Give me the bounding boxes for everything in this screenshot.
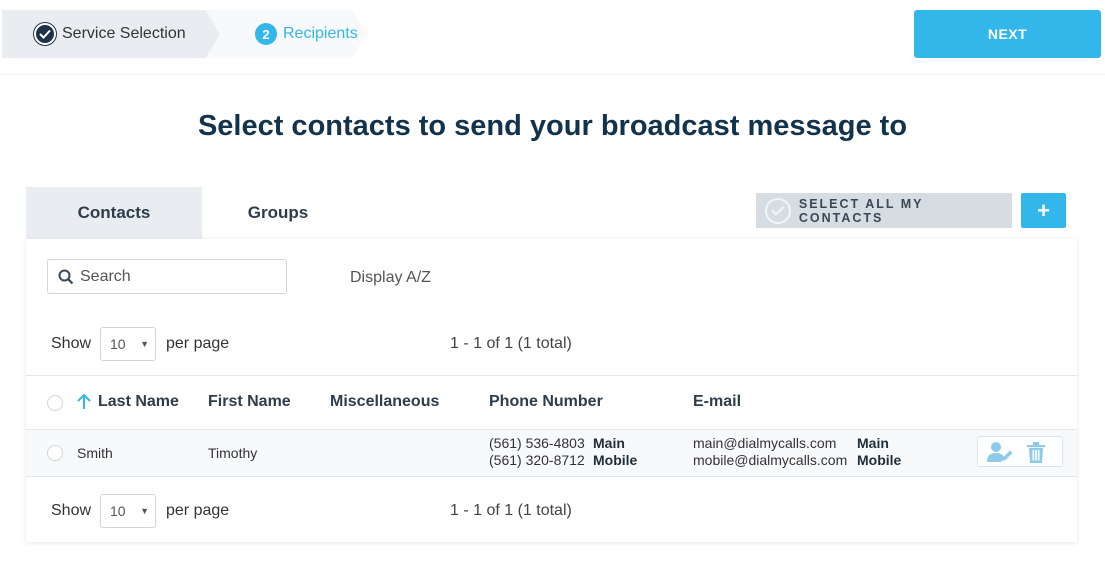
next-button[interactable]: NEXT — [914, 10, 1101, 58]
pager-bottom: Show 10 ▼ per page 1 - 1 of 1 (1 total) — [26, 494, 1077, 530]
dropdown-arrow-icon: ▼ — [140, 339, 149, 349]
tab-groups[interactable]: Groups — [202, 187, 354, 239]
per-page-value: 10 — [110, 503, 126, 519]
wizard-stepper: Service Selection 2 Recipients — [2, 10, 366, 58]
row-select-radio[interactable] — [47, 445, 63, 461]
cell-email-address: mobile@dialmycalls.com — [693, 452, 848, 468]
column-header-first-name[interactable]: First Name — [208, 393, 291, 411]
select-all-contacts-button[interactable]: SELECT ALL MY CONTACTS — [756, 193, 1012, 228]
page-title: Select contacts to send your broadcast m… — [197, 110, 908, 142]
edit-contact-icon[interactable] — [987, 441, 1013, 463]
pagination-range: 1 - 1 of 1 (1 total) — [450, 335, 572, 352]
column-header-email[interactable]: E-mail — [693, 393, 741, 411]
cell-phone-type: Main — [593, 435, 625, 451]
cell-email-type: Mobile — [857, 452, 902, 468]
per-page-label: per page — [166, 335, 230, 352]
per-page-value: 10 — [110, 336, 126, 352]
check-icon — [34, 23, 56, 45]
select-all-radio[interactable] — [47, 395, 63, 411]
select-all-label: SELECT ALL MY CONTACTS — [798, 196, 924, 225]
column-header-miscellaneous[interactable]: Miscellaneous — [330, 393, 439, 411]
pagination-range: 1 - 1 of 1 (1 total) — [450, 502, 572, 519]
table-header: Last Name First Name Miscellaneous Phone… — [26, 375, 1077, 430]
cell-last-name: Smith — [77, 445, 113, 461]
search-field[interactable] — [47, 259, 287, 294]
show-label: Show — [51, 335, 92, 352]
display-az-toggle[interactable]: Display A/Z — [350, 269, 431, 287]
cell-email-address: main@dialmycalls.com — [693, 435, 837, 451]
row-actions — [977, 436, 1063, 467]
show-label: Show — [51, 502, 92, 519]
divider — [0, 74, 1105, 75]
search-icon — [56, 267, 76, 287]
table-row[interactable]: Smith Timothy (561) 536-4803 Main (561) … — [26, 430, 1077, 477]
column-header-last-name[interactable]: Last Name — [98, 393, 179, 411]
step-number-badge: 2 — [255, 23, 277, 45]
cell-phone-number: (561) 320-8712 — [489, 452, 585, 468]
pager-top: Show 10 ▼ per page 1 - 1 of 1 (1 total) — [26, 327, 1077, 363]
step-recipients: 2 Recipients — [206, 10, 366, 58]
cell-first-name: Timothy — [208, 445, 258, 461]
step-label: Service Selection — [62, 25, 186, 42]
sort-ascending-icon[interactable] — [76, 393, 92, 411]
cell-email-type: Main — [857, 435, 889, 451]
search-input[interactable] — [80, 267, 270, 286]
tab-contacts[interactable]: Contacts — [26, 187, 202, 239]
step-service-selection[interactable]: Service Selection — [2, 10, 220, 58]
step-label: Recipients — [283, 25, 358, 42]
contacts-panel: Display A/Z Show 10 ▼ per page 1 - 1 of … — [26, 239, 1077, 542]
per-page-select[interactable]: 10 ▼ — [100, 327, 156, 361]
per-page-label: per page — [166, 502, 230, 519]
trash-icon[interactable] — [1023, 441, 1049, 463]
add-contact-button[interactable]: + — [1021, 193, 1066, 228]
cell-phone-type: Mobile — [593, 452, 638, 468]
cell-phone-number: (561) 536-4803 — [489, 435, 585, 451]
column-header-phone-number[interactable]: Phone Number — [489, 393, 603, 411]
check-circle-icon — [765, 197, 791, 224]
dropdown-arrow-icon: ▼ — [140, 506, 149, 516]
per-page-select[interactable]: 10 ▼ — [100, 494, 156, 528]
